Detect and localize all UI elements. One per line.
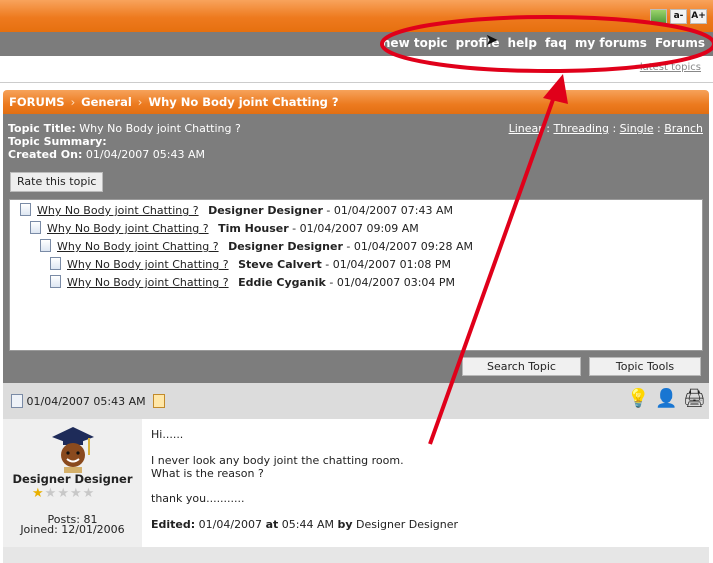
nav-faq[interactable]: faq xyxy=(545,36,567,50)
message-line: I never look any body joint the chatting… xyxy=(151,454,404,467)
nav-bar: new topic profile help faq my forums For… xyxy=(0,32,713,56)
nav-help[interactable]: help xyxy=(508,36,537,50)
thread-tree: Why No Body joint Chatting ? Designer De… xyxy=(9,199,703,351)
document-icon xyxy=(30,221,41,234)
crumb-forums[interactable]: FORUMS xyxy=(9,95,65,109)
document-icon xyxy=(50,275,61,288)
edited-label: Edited: xyxy=(151,518,196,531)
rate-topic-button[interactable]: Rate this topic xyxy=(10,172,104,192)
topic-summary-label: Topic Summary: xyxy=(8,135,107,148)
view-linear-link[interactable]: Linear xyxy=(509,122,543,135)
post-body: Hi...... I never look any body joint the… xyxy=(142,419,709,547)
thread-link[interactable]: Why No Body joint Chatting ? xyxy=(37,204,199,217)
mouse-cursor-icon: ➤ xyxy=(485,30,499,49)
top-header-bar: a- A+ xyxy=(0,0,713,32)
font-size-tools: a- A+ xyxy=(650,9,707,24)
crumb-general[interactable]: General xyxy=(81,95,132,109)
nav-new-topic[interactable]: new topic xyxy=(382,36,448,50)
crumb-separator: › xyxy=(137,95,143,109)
search-topic-button[interactable]: Search Topic xyxy=(462,357,581,376)
created-on-label: Created On: xyxy=(8,148,83,161)
star-icon: ★ xyxy=(69,486,83,501)
post-tools: 💡 👤 🖨 xyxy=(627,387,706,411)
post-footer xyxy=(3,547,709,563)
message-line: What is the reason ? xyxy=(151,467,264,480)
thread-date: 01/04/2007 09:09 AM xyxy=(299,222,419,235)
edited-by-label: by xyxy=(337,518,353,531)
view-single-link[interactable]: Single xyxy=(620,122,654,135)
post-date: 01/04/2007 05:43 AM xyxy=(26,395,146,408)
increase-font-button[interactable]: A+ xyxy=(690,9,707,24)
message-line: thank you........... xyxy=(151,492,245,505)
edited-line: Edited: 01/04/2007 at 05:44 AM by Design… xyxy=(151,518,458,531)
lightbulb-icon[interactable]: 💡 xyxy=(627,387,649,411)
view-branch-link[interactable]: Branch xyxy=(664,122,703,135)
created-on-value: 01/04/2007 05:43 AM xyxy=(85,148,205,161)
star-icon: ★ xyxy=(44,486,58,501)
thread-link[interactable]: Why No Body joint Chatting ? xyxy=(47,222,209,235)
note-icon[interactable] xyxy=(153,394,166,408)
topic-summary-row: Topic Summary: xyxy=(8,135,107,148)
post-header: 01/04/2007 05:43 AM 💡 👤 🖨 xyxy=(3,383,709,420)
message-line: Hi...... xyxy=(151,428,184,441)
thread-link[interactable]: Why No Body joint Chatting ? xyxy=(57,240,219,253)
rating-stars: ★★★★★ xyxy=(32,486,95,501)
thread-item: Why No Body joint Chatting ? Designer De… xyxy=(20,203,453,217)
edited-time: 05:44 AM xyxy=(281,518,334,531)
breadcrumb: FORUMS › General › Why No Body joint Chattin… xyxy=(3,90,709,114)
nav-my-forums[interactable]: my forums xyxy=(575,36,647,50)
view-threading-link[interactable]: Threading xyxy=(553,122,608,135)
post-date-row: 01/04/2007 05:43 AM xyxy=(11,394,166,408)
thread-author: Designer Designer xyxy=(208,204,323,217)
thread-author: Eddie Cyganik xyxy=(238,276,326,289)
star-icon: ★ xyxy=(82,486,96,501)
thread-item: Why No Body joint Chatting ? Designer De… xyxy=(40,239,473,253)
thread-item: Why No Body joint Chatting ? Tim Houser … xyxy=(30,221,419,235)
thread-author: Steve Calvert xyxy=(238,258,322,271)
thread-date: 01/04/2007 07:43 AM xyxy=(333,204,453,217)
edited-user: Designer Designer xyxy=(356,518,459,531)
edited-at-label: at xyxy=(265,518,279,531)
topic-panel: Topic Title: Why No Body joint Chatting … xyxy=(3,114,709,383)
latest-topics-link[interactable]: latest topics xyxy=(640,62,701,73)
edited-date: 01/04/2007 xyxy=(198,518,263,531)
thread-item: Why No Body joint Chatting ? Eddie Cygan… xyxy=(50,275,455,289)
topic-tools-button[interactable]: Topic Tools xyxy=(589,357,701,376)
thread-date: 01/04/2007 01:08 PM xyxy=(332,258,451,271)
view-modes: Linear : Threading : Single : Branch xyxy=(508,122,703,135)
crumb-separator: › xyxy=(70,95,76,109)
join-date: Joined: 12/01/2006 xyxy=(20,523,125,536)
image-icon[interactable] xyxy=(650,9,667,24)
sub-strip: latest topics xyxy=(0,56,713,83)
decrease-font-button[interactable]: a- xyxy=(670,9,687,24)
document-icon xyxy=(40,239,51,252)
avatar xyxy=(52,427,94,473)
created-on-row: Created On: 01/04/2007 05:43 AM xyxy=(8,148,205,161)
thread-author: Designer Designer xyxy=(228,240,343,253)
topic-title-value: Why No Body joint Chatting ? xyxy=(79,122,241,135)
star-icon: ★ xyxy=(57,486,70,501)
user-info-icon[interactable]: 👤 xyxy=(655,387,677,411)
thread-date: 01/04/2007 03:04 PM xyxy=(336,276,456,289)
thread-item: Why No Body joint Chatting ? Steve Calve… xyxy=(50,257,451,271)
topic-title-row: Topic Title: Why No Body joint Chatting … xyxy=(8,122,241,135)
thread-link[interactable]: Why No Body joint Chatting ? xyxy=(67,258,229,271)
topic-title-label: Topic Title: xyxy=(8,122,76,135)
print-icon[interactable]: 🖨 xyxy=(683,387,706,411)
post-icon xyxy=(11,394,23,408)
author-name[interactable]: Designer Designer xyxy=(3,472,142,486)
thread-date: 01/04/2007 09:28 AM xyxy=(353,240,473,253)
document-icon xyxy=(50,257,61,270)
thread-link[interactable]: Why No Body joint Chatting ? xyxy=(67,276,229,289)
crumb-topic[interactable]: Why No Body joint Chatting ? xyxy=(148,95,338,109)
star-icon: ★ xyxy=(32,486,45,501)
post-author: Designer Designer ★★★★★ Posts: 81 Joined… xyxy=(3,419,142,547)
thread-author: Tim Houser xyxy=(218,222,289,235)
document-icon xyxy=(20,203,31,216)
nav-forums[interactable]: Forums xyxy=(655,36,705,50)
